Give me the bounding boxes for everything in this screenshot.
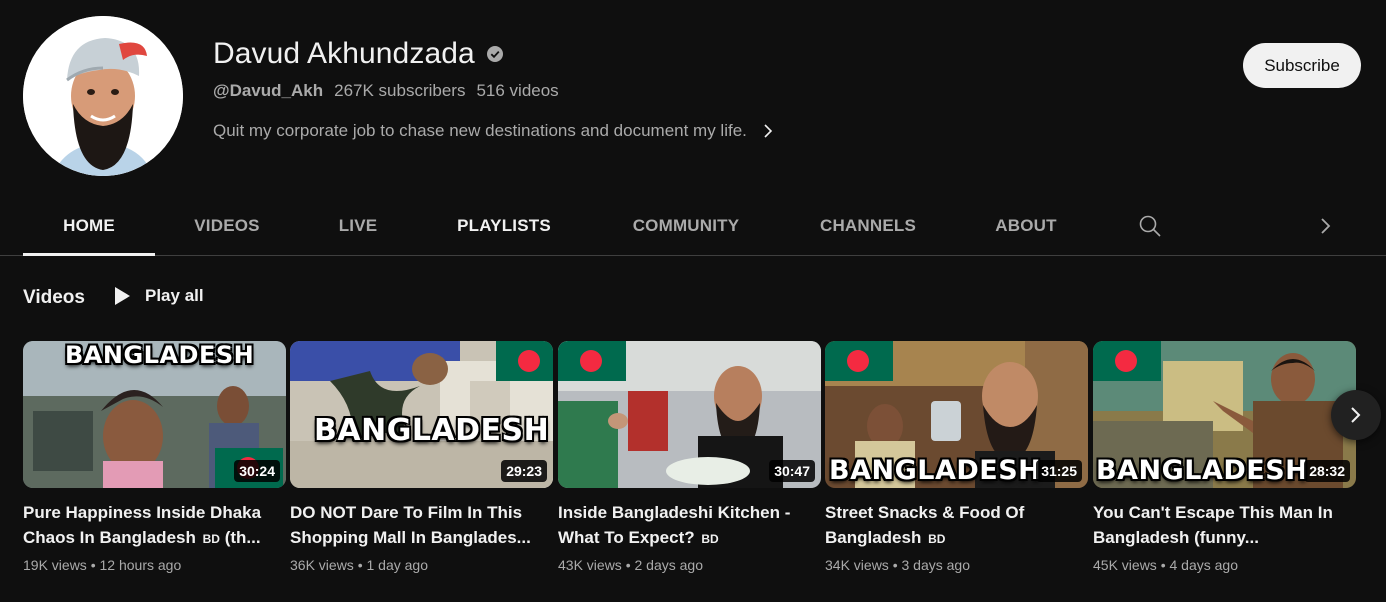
channel-name-text: Davud Akhundzada: [213, 37, 475, 70]
view-count: 34K views: [825, 557, 889, 573]
upload-age: 12 hours ago: [99, 557, 182, 573]
carousel-next-button[interactable]: [1331, 390, 1381, 440]
video-meta: 19K views • 12 hours ago: [23, 557, 286, 573]
play-icon: [115, 287, 130, 305]
video-meta: 45K views • 4 days ago: [1093, 557, 1356, 573]
meta-separator: •: [625, 557, 631, 573]
meta-separator: •: [1160, 557, 1166, 573]
play-all-button[interactable]: Play all: [112, 285, 204, 307]
active-tab-indicator: [23, 253, 155, 256]
video-duration: 30:24: [234, 460, 280, 482]
tab-home[interactable]: HOME: [23, 196, 155, 256]
video-count: 516 videos: [476, 81, 559, 100]
video-meta: 43K views • 2 days ago: [558, 557, 821, 573]
channel-handle: @Davud_Akh: [213, 81, 324, 100]
thumbnail-caption: BANGLADESH: [65, 341, 255, 369]
tab-playlists[interactable]: PLAYLISTS: [440, 196, 568, 256]
video-thumbnail[interactable]: BANGLADESH 29:23: [290, 341, 553, 488]
channel-page: Davud Akhundzada @Davud_Akh 267K subscri…: [0, 0, 1386, 602]
video-meta: 36K views • 1 day ago: [290, 557, 553, 573]
video-title[interactable]: DO NOT Dare To Film In This Shopping Mal…: [290, 500, 553, 550]
bangladesh-flag: [558, 341, 626, 381]
view-count: 36K views: [290, 557, 354, 573]
view-count: 45K views: [1093, 557, 1157, 573]
video-title[interactable]: Inside Bangladeshi Kitchen - What To Exp…: [558, 500, 821, 550]
thumbnail-caption: BANGLADESH: [829, 455, 1042, 486]
tab-live[interactable]: LIVE: [322, 196, 394, 256]
section-title[interactable]: Videos: [23, 287, 85, 309]
bd-tag: BD: [202, 532, 220, 546]
thumbnail-caption: BANGLADESH: [1096, 455, 1309, 486]
video-duration: 29:23: [501, 460, 547, 482]
view-count: 43K views: [558, 557, 622, 573]
video-duration: 31:25: [1036, 460, 1082, 482]
channel-name: Davud Akhundzada: [213, 37, 503, 71]
subscriber-count: 267K subscribers: [334, 81, 466, 100]
video-duration: 28:32: [1304, 460, 1350, 482]
upload-age: 2 days ago: [634, 557, 704, 573]
video-card[interactable]: 30:47 Inside Bangladeshi Kitchen - What …: [558, 341, 821, 573]
video-card[interactable]: BANGLADESH 29:23 DO NOT Dare To Film In …: [290, 341, 553, 573]
subscribe-button[interactable]: Subscribe: [1243, 43, 1361, 88]
chevron-right-icon: [1351, 407, 1361, 423]
video-title[interactable]: Pure Happiness Inside Dhaka Chaos In Ban…: [23, 500, 286, 550]
video-card[interactable]: BANGLADESH 31:25 Street Snacks & Food Of…: [825, 341, 1088, 573]
play-all-label: Play all: [145, 286, 204, 305]
check-circle-icon: [486, 46, 503, 62]
upload-age: 1 day ago: [366, 557, 429, 573]
thumbnail-caption: BANGLADESH: [314, 413, 550, 448]
video-thumbnail[interactable]: 30:47: [558, 341, 821, 488]
bangladesh-flag: [1093, 341, 1161, 381]
video-duration: 30:47: [769, 460, 815, 482]
bd-tag: BD: [701, 532, 719, 546]
upload-age: 4 days ago: [1169, 557, 1239, 573]
channel-meta: @Davud_Akh 267K subscribers 516 videos: [213, 81, 559, 101]
tab-videos[interactable]: VIDEOS: [179, 196, 275, 256]
meta-separator: •: [357, 557, 363, 573]
video-title-text: DO NOT Dare To Film In This Shopping Mal…: [290, 503, 531, 547]
channel-description[interactable]: Quit my corporate job to chase new desti…: [213, 121, 775, 141]
video-thumbnail[interactable]: BANGLADESH 30:24: [23, 341, 286, 488]
video-title-text: Street Snacks & Food Of Bangladesh: [825, 503, 1025, 547]
channel-description-text: Quit my corporate job to chase new desti…: [213, 121, 747, 140]
search-icon[interactable]: [1138, 214, 1162, 238]
tab-community[interactable]: COMMUNITY: [614, 196, 758, 256]
video-title[interactable]: Street Snacks & Food Of Bangladesh BD: [825, 500, 1088, 550]
video-title[interactable]: You Can't Escape This Man In Bangladesh …: [1093, 500, 1356, 550]
video-thumbnail[interactable]: BANGLADESH 31:25: [825, 341, 1088, 488]
channel-avatar[interactable]: [23, 16, 183, 176]
meta-separator: •: [892, 557, 898, 573]
bangladesh-flag: [825, 341, 893, 381]
bd-tag: BD: [928, 532, 946, 546]
chevron-right-icon: [764, 124, 773, 138]
tab-about[interactable]: ABOUT: [980, 196, 1072, 256]
video-card[interactable]: BANGLADESH 28:32 You Can't Escape This M…: [1093, 341, 1356, 573]
video-card[interactable]: BANGLADESH 30:24 Pure Happiness Inside D…: [23, 341, 286, 573]
channel-tabs: HOME VIDEOS LIVE PLAYLISTS COMMUNITY CHA…: [0, 196, 1386, 256]
chevron-right-icon[interactable]: [1316, 214, 1336, 238]
avatar-image: [23, 16, 183, 176]
video-title-text: You Can't Escape This Man In Bangladesh …: [1093, 503, 1333, 547]
view-count: 19K views: [23, 557, 87, 573]
video-title-tail: (th...: [224, 528, 261, 547]
tab-channels[interactable]: CHANNELS: [804, 196, 932, 256]
bangladesh-flag: [496, 341, 553, 381]
video-title-text: Inside Bangladeshi Kitchen - What To Exp…: [558, 503, 791, 547]
video-thumbnail[interactable]: BANGLADESH 28:32: [1093, 341, 1356, 488]
upload-age: 3 days ago: [901, 557, 971, 573]
video-meta: 34K views • 3 days ago: [825, 557, 1088, 573]
meta-separator: •: [90, 557, 96, 573]
